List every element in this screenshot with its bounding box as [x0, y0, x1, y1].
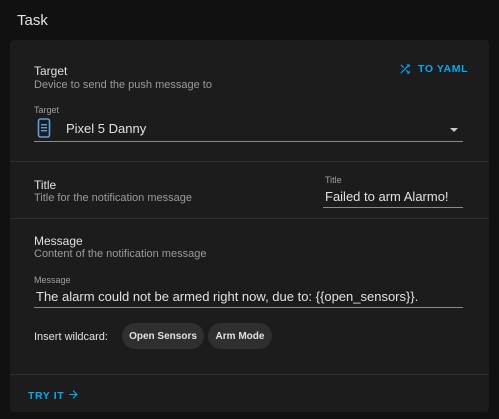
message-description: Content of the notification message	[34, 248, 207, 260]
section-title: Task	[17, 12, 48, 29]
task-card: Target Device to send the push message t…	[10, 40, 489, 412]
target-value: Pixel 5 Danny	[66, 121, 147, 136]
wildcard-chip-arm-mode[interactable]: Arm Mode	[208, 323, 272, 349]
task-page: Task Target Device to send the push mess…	[0, 0, 499, 419]
chevron-down-icon[interactable]	[450, 128, 458, 132]
message-input[interactable]: The alarm could not be armed right now, …	[34, 286, 463, 308]
message-field-label: Message	[34, 275, 71, 285]
divider	[10, 374, 489, 375]
to-yaml-label: TO YAML	[418, 63, 469, 75]
message-label: Message	[34, 234, 83, 248]
phone-icon	[37, 118, 51, 143]
target-description: Device to send the push message to	[34, 79, 212, 91]
title-description: Title for the notification message	[34, 192, 192, 204]
target-select[interactable]: Pixel 5 Danny	[34, 118, 463, 142]
divider	[10, 218, 489, 219]
to-yaml-button[interactable]: TO YAML	[398, 60, 468, 78]
insert-wildcard-label: Insert wildcard:	[34, 331, 108, 343]
divider	[10, 161, 489, 162]
target-label: Target	[34, 64, 68, 78]
wildcard-chip-open-sensors[interactable]: Open Sensors	[122, 323, 204, 349]
title-label: Title	[34, 178, 57, 192]
target-field-label: Target	[34, 105, 60, 115]
try-it-button[interactable]: TRY IT	[28, 389, 80, 403]
arrow-right-icon	[67, 388, 80, 404]
shuffle-icon	[398, 62, 412, 76]
title-input[interactable]: Failed to arm Alarmo!	[323, 186, 463, 208]
try-it-label: TRY IT	[28, 390, 65, 402]
title-field-label: Title	[325, 175, 342, 185]
